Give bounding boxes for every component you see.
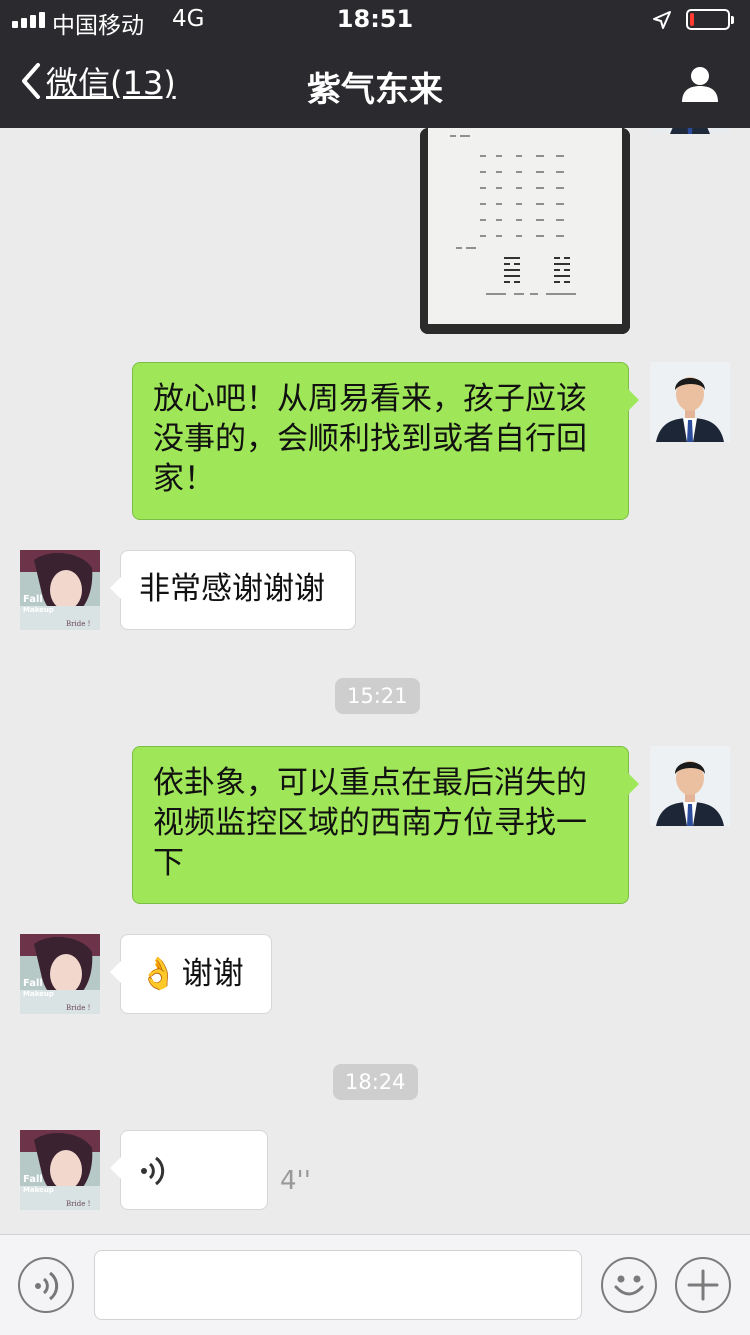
ok-hand-emoji: 👌 bbox=[139, 956, 178, 992]
location-arrow-icon bbox=[653, 11, 671, 29]
message-bubble-sent[interactable]: 放心吧！从周易看来，孩子应该没事的，会顺利找到或者自行回家！ bbox=[132, 362, 639, 520]
chat-area[interactable]: 放心吧！从周易看来，孩子应该没事的，会顺利找到或者自行回家！ Fall Make… bbox=[0, 128, 750, 1234]
status-bar: 中国移动 4G 18:51 bbox=[0, 0, 750, 40]
chat-timestamp: 15:21 bbox=[335, 678, 420, 714]
voice-message-bubble[interactable] bbox=[110, 1130, 268, 1210]
avatar-text-makeup: Makeup bbox=[23, 1186, 54, 1194]
message-bubble-received[interactable]: 非常感谢谢谢 bbox=[110, 550, 356, 630]
avatar-text-bride: Bride ! bbox=[66, 620, 90, 628]
avatar-text-fall: Fall bbox=[23, 594, 43, 605]
voice-wave-icon bbox=[141, 1156, 165, 1186]
avatar-text-makeup: Makeup bbox=[23, 606, 54, 614]
message-text: 谢谢 bbox=[181, 956, 244, 992]
contact-avatar[interactable]: Fall Makeup Bride ! bbox=[20, 934, 100, 1014]
voice-duration: 4'' bbox=[280, 1166, 311, 1196]
message-text: 放心吧！从周易看来，孩子应该没事的，会顺利找到或者自行回家！ bbox=[153, 381, 587, 497]
message-bubble-sent[interactable]: 依卦象，可以重点在最后消失的视频监控区域的西南方位寻找一下 bbox=[132, 746, 639, 904]
my-avatar[interactable] bbox=[650, 128, 730, 134]
status-time: 18:51 bbox=[336, 5, 414, 33]
battery-icon bbox=[686, 9, 734, 30]
avatar-text-bride: Bride ! bbox=[66, 1004, 90, 1012]
input-bar bbox=[0, 1234, 750, 1335]
message-bubble-received[interactable]: 👌 谢谢 bbox=[110, 934, 272, 1014]
avatar-text-makeup: Makeup bbox=[23, 990, 54, 998]
worksheet-photo bbox=[420, 128, 630, 334]
battery-level bbox=[690, 13, 694, 26]
more-options-button[interactable] bbox=[675, 1257, 731, 1313]
my-avatar[interactable] bbox=[650, 746, 730, 826]
chat-timestamp: 18:24 bbox=[333, 1064, 418, 1100]
voice-icon bbox=[35, 1271, 59, 1301]
my-avatar[interactable] bbox=[650, 362, 730, 442]
contact-avatar[interactable]: Fall Makeup Bride ! bbox=[20, 1130, 100, 1210]
avatar-text-fall: Fall bbox=[23, 978, 43, 989]
avatar-text-bride: Bride ! bbox=[66, 1200, 90, 1208]
nav-bar: 微信(13) 紫气东来 bbox=[0, 40, 750, 128]
smiley-icon bbox=[614, 1275, 644, 1296]
contact-avatar[interactable]: Fall Makeup Bride ! bbox=[20, 550, 100, 630]
chat-title: 紫气东来 bbox=[307, 70, 443, 110]
emoji-button[interactable] bbox=[601, 1257, 657, 1313]
avatar-text-fall: Fall bbox=[23, 1174, 43, 1185]
top-bar: 中国移动 4G 18:51 微信(13) 紫气东来 bbox=[0, 0, 750, 128]
person-icon[interactable] bbox=[680, 64, 720, 104]
message-text: 非常感谢谢谢 bbox=[139, 571, 325, 607]
plus-icon bbox=[687, 1269, 719, 1301]
voice-input-button[interactable] bbox=[18, 1257, 74, 1313]
message-input[interactable] bbox=[94, 1250, 582, 1320]
message-text: 依卦象，可以重点在最后消失的视频监控区域的西南方位寻找一下 bbox=[153, 765, 587, 881]
image-message[interactable] bbox=[420, 128, 630, 334]
